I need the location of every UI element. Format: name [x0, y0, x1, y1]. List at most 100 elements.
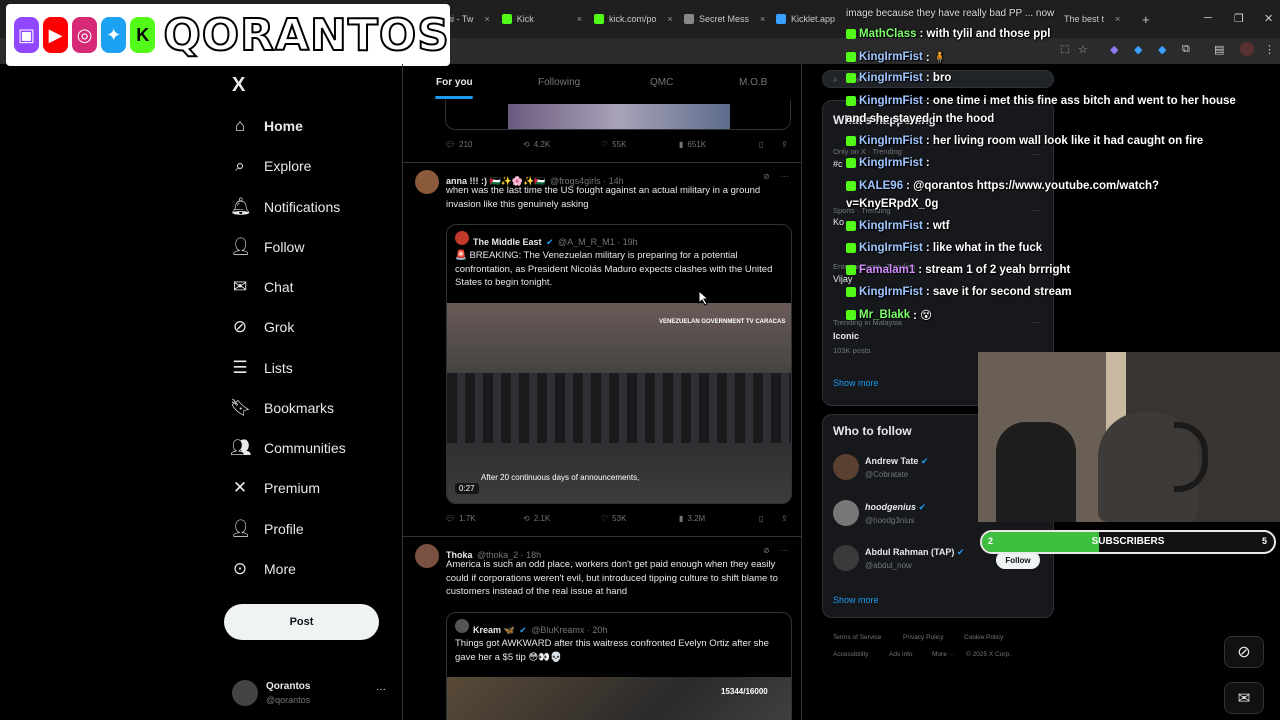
suggestion-name: Andrew Tate ✔	[865, 456, 929, 466]
share-icon[interactable]: ⇪	[781, 514, 788, 523]
trend-name[interactable]: #c	[833, 159, 843, 169]
menu-icon[interactable]: ⋮	[1264, 43, 1275, 56]
extension-icon[interactable]: ◆	[1110, 43, 1118, 56]
chat-username[interactable]: KALE96	[859, 180, 903, 192]
tab-qmc[interactable]: QMC	[650, 77, 673, 88]
video-counter: 15344/16000	[721, 687, 768, 696]
nav-profile[interactable]: 👤︎ Profile	[230, 514, 304, 544]
extension-icon[interactable]: ◆	[1158, 43, 1166, 56]
chat-username[interactable]: KingIrmFist	[859, 286, 923, 298]
tab-mob[interactable]: M.O.B	[739, 77, 767, 88]
share-icon[interactable]: ⇪	[781, 140, 788, 149]
more-icon[interactable]: ···	[781, 172, 789, 181]
chat-username[interactable]: KingIrmFist	[859, 242, 923, 254]
close-tab-icon[interactable]: ×	[1115, 14, 1120, 24]
avatar[interactable]	[415, 170, 439, 194]
bookmark-icon[interactable]: ▯	[759, 514, 763, 523]
footer-link[interactable]: Accessibility	[833, 651, 868, 658]
more-icon[interactable]: ···	[1032, 318, 1040, 327]
nav-notifications[interactable]: 🔔︎ Notifications	[230, 192, 340, 222]
trend-name[interactable]: Iconic	[833, 331, 859, 341]
bookmark-icon[interactable]: ▯	[759, 140, 763, 149]
more-icon[interactable]: ···	[1032, 206, 1040, 215]
nav-follow[interactable]: 👤︎ Follow	[230, 232, 304, 262]
nav-bookmarks[interactable]: 🔖︎ Bookmarks	[230, 393, 334, 423]
footer-link[interactable]: Privacy Policy	[903, 634, 943, 641]
nav-explore[interactable]: ⌕ Explore	[230, 151, 311, 181]
browser-tab[interactable]: Kicklet.app	[776, 8, 846, 30]
browser-tab[interactable]: hi - Tw ×	[447, 8, 489, 30]
chat-username[interactable]: Famalam1	[859, 264, 915, 276]
quote-media[interactable]	[445, 100, 791, 130]
close-window-icon[interactable]: ✕	[1264, 12, 1273, 25]
footer-link[interactable]: Ads info	[889, 651, 913, 658]
puzzle-icon[interactable]: ⧉	[1182, 43, 1190, 56]
profile-avatar[interactable]	[1240, 42, 1254, 56]
chat-badge-icon	[846, 221, 856, 231]
footer-link[interactable]: More ···	[932, 651, 955, 658]
views-button[interactable]: ▮ 651K	[679, 140, 706, 149]
account-switcher[interactable]: Qorantos @qorantos ···	[230, 678, 390, 712]
views-button[interactable]: ▮ 3.2M	[679, 514, 705, 523]
tab-following[interactable]: Following	[538, 77, 580, 88]
nav-lists[interactable]: ☰ Lists	[230, 353, 292, 383]
repost-button[interactable]: ⟲ 4.2K	[523, 140, 550, 149]
show-more-link[interactable]: Show more	[833, 595, 879, 605]
chat-username[interactable]: KingIrmFist	[859, 220, 923, 232]
nav-more[interactable]: ⊙ More	[230, 554, 296, 584]
timeline: For you Following QMC M.O.B 💬︎ 210 ⟲ 4.2K …	[402, 64, 802, 720]
nav-premium[interactable]: ✕ Premium	[230, 473, 320, 503]
chat-badge-icon	[846, 73, 856, 83]
footer-link[interactable]: Terms of Service	[833, 634, 881, 641]
extension-icon[interactable]: ◆	[1134, 43, 1142, 56]
repost-button[interactable]: ⟲ 2.1K	[523, 514, 550, 523]
nav-communities[interactable]: 👥︎ Communities	[230, 433, 346, 463]
grok-icon[interactable]: ⊘	[1224, 636, 1264, 668]
chat-username[interactable]: KingIrmFist	[859, 135, 923, 147]
messages-icon[interactable]: ✉	[1224, 682, 1264, 714]
post-button[interactable]: Post	[224, 604, 379, 640]
browser-tab[interactable]: The best t ×	[1064, 8, 1134, 30]
quoted-tweet[interactable]: Kream 🦋 ✔ @BluKreamx · 20h Things got AW…	[446, 612, 792, 720]
browser-tab[interactable]: Secret Mess ×	[684, 8, 774, 30]
more-icon[interactable]: ···	[781, 546, 789, 555]
close-tab-icon[interactable]: ×	[577, 14, 582, 24]
star-icon[interactable]: ☆	[1078, 43, 1088, 56]
show-more-link[interactable]: Show more	[833, 378, 879, 388]
footer-link[interactable]: Cookie Policy	[964, 634, 1003, 641]
more-icon[interactable]: ···	[376, 684, 386, 695]
close-tab-icon[interactable]: ×	[668, 14, 673, 24]
chat-username[interactable]: MathClass	[859, 28, 917, 40]
browser-tab[interactable]: kick.com/po ×	[594, 8, 684, 30]
chat-username[interactable]: KingIrmFist	[859, 95, 923, 107]
nav-grok[interactable]: ⊘ Grok	[230, 312, 294, 342]
chat-username[interactable]: Mr_Blakk	[859, 309, 910, 321]
minimize-icon[interactable]: ─	[1204, 12, 1212, 24]
extensions-icon[interactable]: ⬚	[1060, 44, 1069, 55]
grok-icon[interactable]: ⊘	[763, 546, 770, 555]
video-player[interactable]: VENEZUELAN GOVERNMENT TV CARACAS After 2…	[447, 303, 791, 503]
grok-icon[interactable]: ⊘	[763, 172, 770, 181]
chat-username[interactable]: KingIrmFist	[859, 157, 923, 169]
more-icon[interactable]: ···	[1032, 150, 1040, 159]
reply-button[interactable]: 💬︎ 1.7K	[445, 514, 476, 523]
video-player[interactable]: 15344/16000	[447, 677, 791, 720]
like-button[interactable]: ♡ 53K	[601, 514, 626, 523]
nav-home[interactable]: ⌂ Home	[230, 111, 303, 141]
browser-tab[interactable]: Kick ×	[502, 8, 582, 30]
restore-icon[interactable]: ❐	[1234, 12, 1244, 25]
chat-username[interactable]: KingIrmFist	[859, 72, 923, 84]
nav-chat[interactable]: ✉ Chat	[230, 272, 294, 302]
quoted-tweet[interactable]: The Middle East ✔ @A_M_R_M1 · 19h 🚨 BREA…	[446, 224, 792, 504]
new-tab-button[interactable]: +	[1142, 8, 1156, 30]
tab-for-you[interactable]: For you	[436, 77, 473, 88]
trend-name[interactable]: Ko	[833, 217, 844, 227]
like-button[interactable]: ♡ 55K	[601, 140, 626, 149]
close-tab-icon[interactable]: ×	[484, 14, 489, 24]
chat-username[interactable]: KingIrmFist	[859, 51, 923, 63]
sidebar-icon[interactable]: ▤	[1214, 43, 1224, 56]
x-logo-icon[interactable]: X	[232, 74, 245, 97]
avatar[interactable]	[415, 544, 439, 568]
reply-button[interactable]: 💬︎ 210	[445, 140, 473, 149]
close-tab-icon[interactable]: ×	[760, 14, 765, 24]
